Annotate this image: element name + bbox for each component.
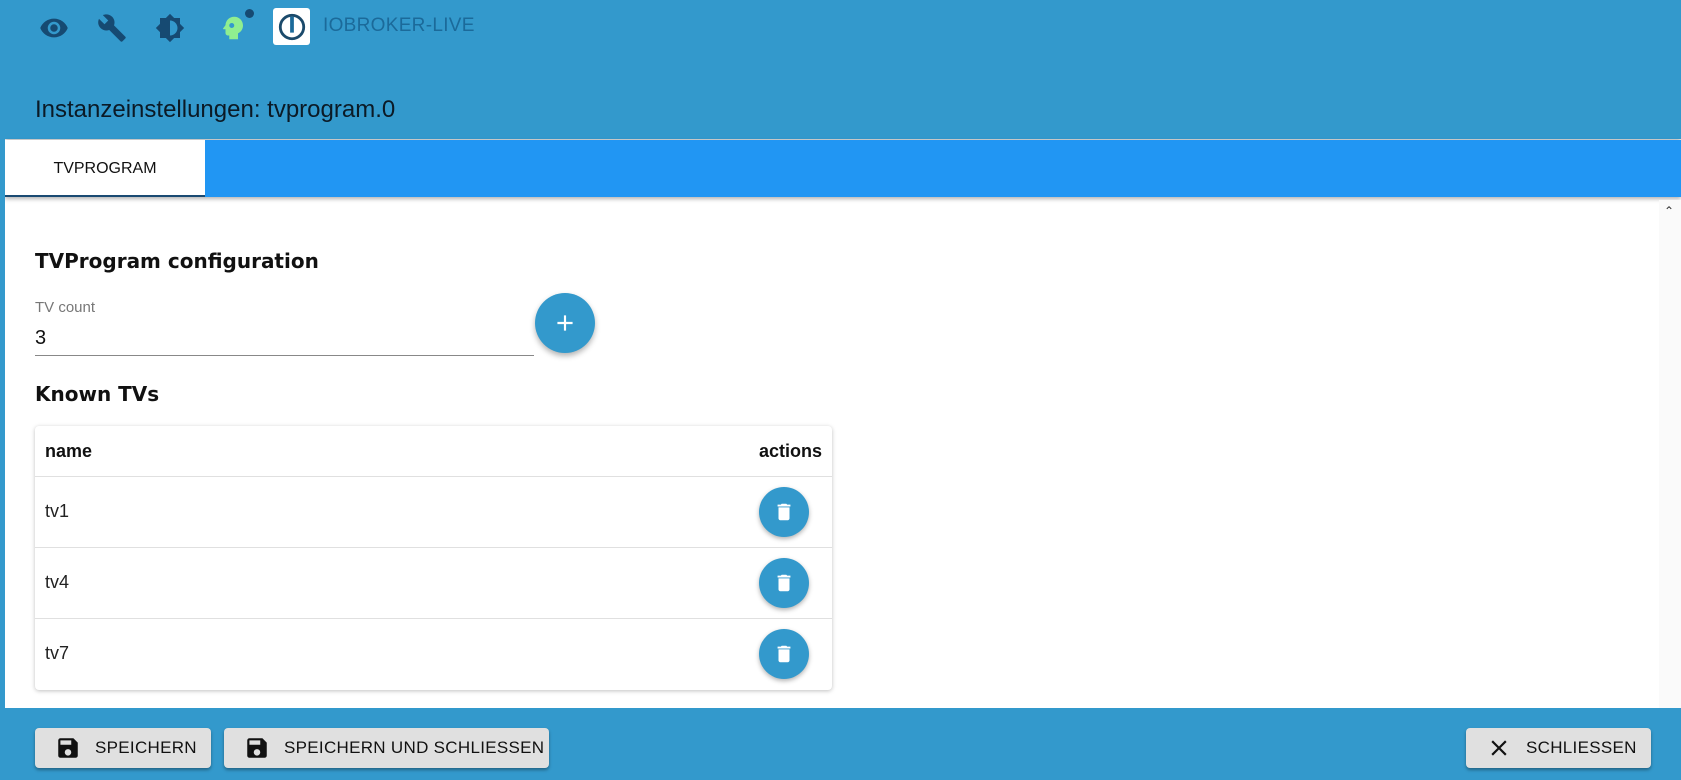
eye-icon[interactable] (34, 8, 74, 48)
wrench-icon[interactable] (92, 8, 132, 48)
content-scrollbar[interactable]: ⌃ (1659, 200, 1681, 708)
known-tvs-heading: Known TVs (35, 382, 160, 406)
dialog-title: Instanzeinstellungen: tvprogram.0 (35, 96, 396, 123)
save-and-close-button[interactable]: SPEICHERN UND SCHLIESSEN (224, 728, 549, 768)
save-icon (58, 738, 78, 758)
iobroker-logo (273, 8, 310, 45)
save-icon (247, 738, 267, 758)
column-header-actions: actions (758, 441, 822, 461)
close-icon (1491, 740, 1507, 756)
table-row: tv4 (35, 547, 832, 618)
tv-name-cell: tv4 (45, 572, 70, 592)
config-content: TVProgram configuration TV count Known T… (5, 200, 1659, 708)
instance-settings-dialog: Instanzeinstellungen: tvprogram.0 TVPROG… (5, 77, 1681, 780)
tv-count-label: TV count (35, 299, 96, 316)
delete-tv-button[interactable] (759, 558, 809, 608)
delete-tv-button[interactable] (759, 487, 809, 537)
save-and-close-label: SPEICHERN UND SCHLIESSEN (284, 738, 545, 757)
tv-count-input[interactable] (35, 321, 534, 356)
save-button-label: SPEICHERN (95, 738, 197, 757)
notification-dot (245, 9, 254, 18)
tv-name-cell: tv7 (45, 643, 70, 663)
trash-icon (777, 574, 791, 592)
trash-icon (777, 645, 791, 663)
config-heading: TVProgram configuration (35, 249, 319, 273)
dialog-header: Instanzeinstellungen: tvprogram.0 (5, 77, 1681, 139)
tv-name-cell: tv1 (45, 501, 70, 521)
tab-indicator (5, 195, 205, 197)
close-button[interactable]: SCHLIESSEN (1466, 728, 1651, 768)
tab-label: TVPROGRAM (53, 159, 157, 177)
tab-bar: TVPROGRAM (5, 140, 1681, 197)
table-row: tv1 (35, 476, 832, 547)
known-tvs-table: name actions tv1 tv4 tv7 (35, 426, 832, 690)
add-tv-button[interactable] (535, 293, 595, 353)
top-toolbar: IOBROKER-LIVE (0, 0, 1681, 69)
dialog-footer: SPEICHERN SPEICHERN UND SCHLIESSEN SCHLI… (5, 708, 1681, 780)
close-button-label: SCHLIESSEN (1526, 738, 1637, 757)
brand-name: IOBROKER-LIVE (323, 15, 475, 36)
brightness-icon[interactable] (150, 8, 190, 48)
table-row: tv7 (35, 618, 832, 689)
trash-icon (777, 503, 791, 521)
plus-icon (557, 315, 573, 331)
save-button[interactable]: SPEICHERN (35, 728, 211, 768)
column-header-name: name (45, 441, 93, 461)
tab-tvprogram[interactable]: TVPROGRAM (5, 140, 205, 197)
delete-tv-button[interactable] (759, 629, 809, 679)
scroll-up-icon[interactable]: ⌃ (1664, 204, 1674, 218)
